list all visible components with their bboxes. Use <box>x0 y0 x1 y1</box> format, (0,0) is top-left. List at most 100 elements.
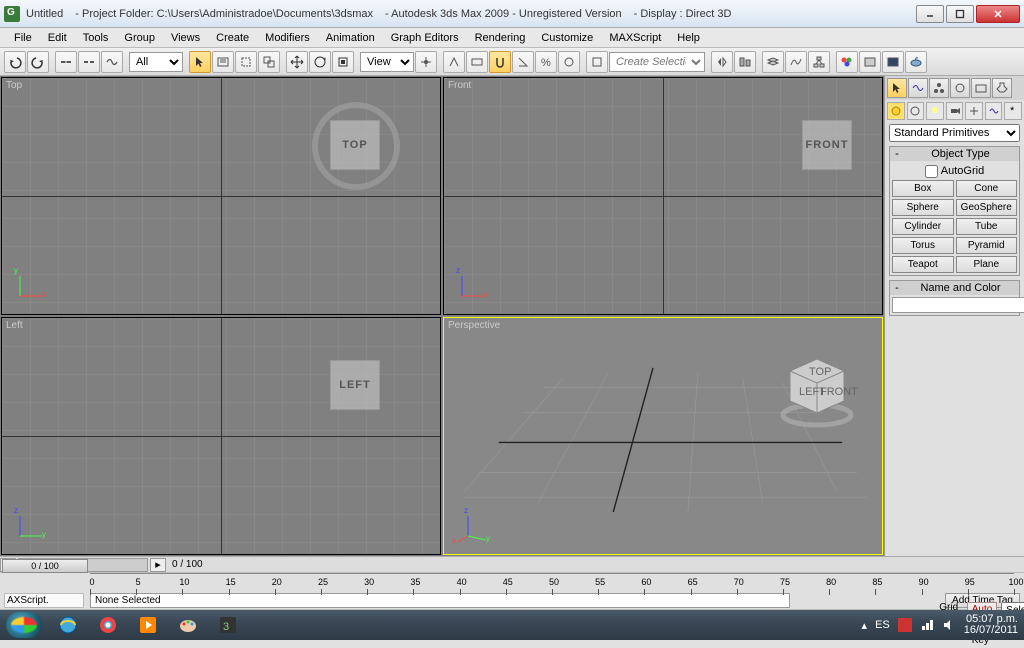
render-setup-button[interactable] <box>859 51 881 73</box>
undo-button[interactable] <box>4 51 26 73</box>
viewport-left[interactable]: Left LEFT z y <box>1 317 441 555</box>
spacewarps-icon[interactable] <box>985 102 1003 120</box>
viewport-top[interactable]: Top TOP y x <box>1 77 441 315</box>
select-object-button[interactable] <box>189 51 211 73</box>
select-scale-button[interactable] <box>332 51 354 73</box>
snap-toggle-button[interactable] <box>489 51 511 73</box>
render-frame-button[interactable] <box>882 51 904 73</box>
named-sel-edit-button[interactable] <box>586 51 608 73</box>
object-name-input[interactable] <box>892 297 1024 313</box>
mirror-button[interactable] <box>711 51 733 73</box>
menu-customize[interactable]: Customize <box>533 30 601 46</box>
schematic-view-button[interactable] <box>808 51 830 73</box>
menu-animation[interactable]: Animation <box>318 30 383 46</box>
menu-edit[interactable]: Edit <box>40 30 75 46</box>
box-button[interactable]: Box <box>892 180 954 197</box>
utilities-tab[interactable] <box>992 78 1012 98</box>
quick-render-button[interactable] <box>905 51 927 73</box>
plane-button[interactable]: Plane <box>956 256 1018 273</box>
menu-tools[interactable]: Tools <box>75 30 117 46</box>
menu-create[interactable]: Create <box>208 30 257 46</box>
create-tab[interactable] <box>887 78 907 98</box>
redo-button[interactable] <box>27 51 49 73</box>
autogrid-checkbox[interactable] <box>925 165 938 178</box>
systems-icon[interactable]: * <box>1004 102 1022 120</box>
cylinder-button[interactable]: Cylinder <box>892 218 954 235</box>
shapes-icon[interactable] <box>907 102 925 120</box>
bind-spacewarp-button[interactable] <box>101 51 123 73</box>
named-selection-combo[interactable]: Create Selection Set <box>609 52 705 72</box>
select-rotate-button[interactable] <box>309 51 331 73</box>
menu-group[interactable]: Group <box>116 30 163 46</box>
unlink-button[interactable] <box>78 51 100 73</box>
menu-modifiers[interactable]: Modifiers <box>257 30 318 46</box>
geometry-icon[interactable] <box>887 102 905 120</box>
window-crossing-button[interactable] <box>258 51 280 73</box>
helpers-icon[interactable] <box>965 102 983 120</box>
scroll-right-button[interactable]: ▸ <box>150 558 166 572</box>
paint-icon[interactable] <box>169 612 207 638</box>
3dsmax-taskbar-icon[interactable]: 3 <box>209 612 247 638</box>
align-button[interactable] <box>734 51 756 73</box>
angle-snap-button[interactable] <box>512 51 534 73</box>
hierarchy-tab[interactable] <box>929 78 949 98</box>
select-by-name-button[interactable] <box>212 51 234 73</box>
lights-icon[interactable] <box>926 102 944 120</box>
viewport-front[interactable]: Front FRONT z x <box>443 77 883 315</box>
menu-maxscript[interactable]: MAXScript <box>601 30 669 46</box>
keyboard-shortcut-button[interactable] <box>466 51 488 73</box>
primitive-type-combo[interactable]: Standard Primitives <box>889 124 1020 142</box>
viewcube-top[interactable]: TOP <box>330 120 380 170</box>
menu-views[interactable]: Views <box>163 30 208 46</box>
tray-flag-icon[interactable] <box>898 618 912 632</box>
name-color-header[interactable]: Name and Color <box>903 282 1018 294</box>
motion-tab[interactable] <box>950 78 970 98</box>
object-type-header[interactable]: Object Type <box>903 148 1018 160</box>
time-slider[interactable]: 0 / 100 <box>2 559 88 573</box>
viewcube-front[interactable]: FRONT <box>802 120 852 170</box>
cone-button[interactable]: Cone <box>956 180 1018 197</box>
menu-file[interactable]: File <box>6 30 40 46</box>
curve-editor-button[interactable] <box>785 51 807 73</box>
cameras-icon[interactable] <box>946 102 964 120</box>
sphere-button[interactable]: Sphere <box>892 199 954 216</box>
display-tab[interactable] <box>971 78 991 98</box>
select-region-button[interactable] <box>235 51 257 73</box>
pivot-center-button[interactable] <box>415 51 437 73</box>
percent-snap-button[interactable]: % <box>535 51 557 73</box>
viewcube-left[interactable]: LEFT <box>330 360 380 410</box>
start-button[interactable] <box>6 612 42 638</box>
pyramid-button[interactable]: Pyramid <box>956 237 1018 254</box>
language-indicator[interactable]: ES <box>875 619 890 631</box>
geosphere-button[interactable]: GeoSphere <box>956 199 1018 216</box>
maximize-button[interactable] <box>946 5 974 23</box>
tray-volume-icon[interactable] <box>942 618 956 632</box>
selection-filter-combo[interactable]: All <box>129 52 183 72</box>
minimize-button[interactable] <box>916 5 944 23</box>
spinner-snap-button[interactable] <box>558 51 580 73</box>
time-ruler[interactable]: 0510152025303540455055606570758085909510… <box>90 573 1014 595</box>
torus-button[interactable]: Torus <box>892 237 954 254</box>
viewport-perspective[interactable]: Perspective LEFT FRONT TOP <box>443 317 883 555</box>
ref-coord-combo[interactable]: View <box>360 52 414 72</box>
close-button[interactable] <box>976 5 1020 23</box>
modify-tab[interactable] <box>908 78 928 98</box>
menu-rendering[interactable]: Rendering <box>467 30 534 46</box>
viewcube-perspective[interactable]: LEFT FRONT TOP <box>772 353 862 433</box>
system-clock[interactable]: 05:07 p.m. 16/07/2011 <box>964 614 1018 636</box>
menu-help[interactable]: Help <box>669 30 708 46</box>
media-icon[interactable] <box>129 612 167 638</box>
link-button[interactable] <box>55 51 77 73</box>
tray-expand-icon[interactable]: ▴ <box>862 619 868 632</box>
layers-button[interactable] <box>762 51 784 73</box>
teapot-button[interactable]: Teapot <box>892 256 954 273</box>
manipulate-button[interactable] <box>443 51 465 73</box>
tray-network-icon[interactable] <box>920 618 934 632</box>
menu-grapheditors[interactable]: Graph Editors <box>383 30 467 46</box>
maxscript-mini[interactable]: AXScript. <box>4 593 84 608</box>
select-move-button[interactable] <box>286 51 308 73</box>
chrome-icon[interactable] <box>89 612 127 638</box>
material-editor-button[interactable] <box>836 51 858 73</box>
ie-icon[interactable] <box>49 612 87 638</box>
tube-button[interactable]: Tube <box>956 218 1018 235</box>
